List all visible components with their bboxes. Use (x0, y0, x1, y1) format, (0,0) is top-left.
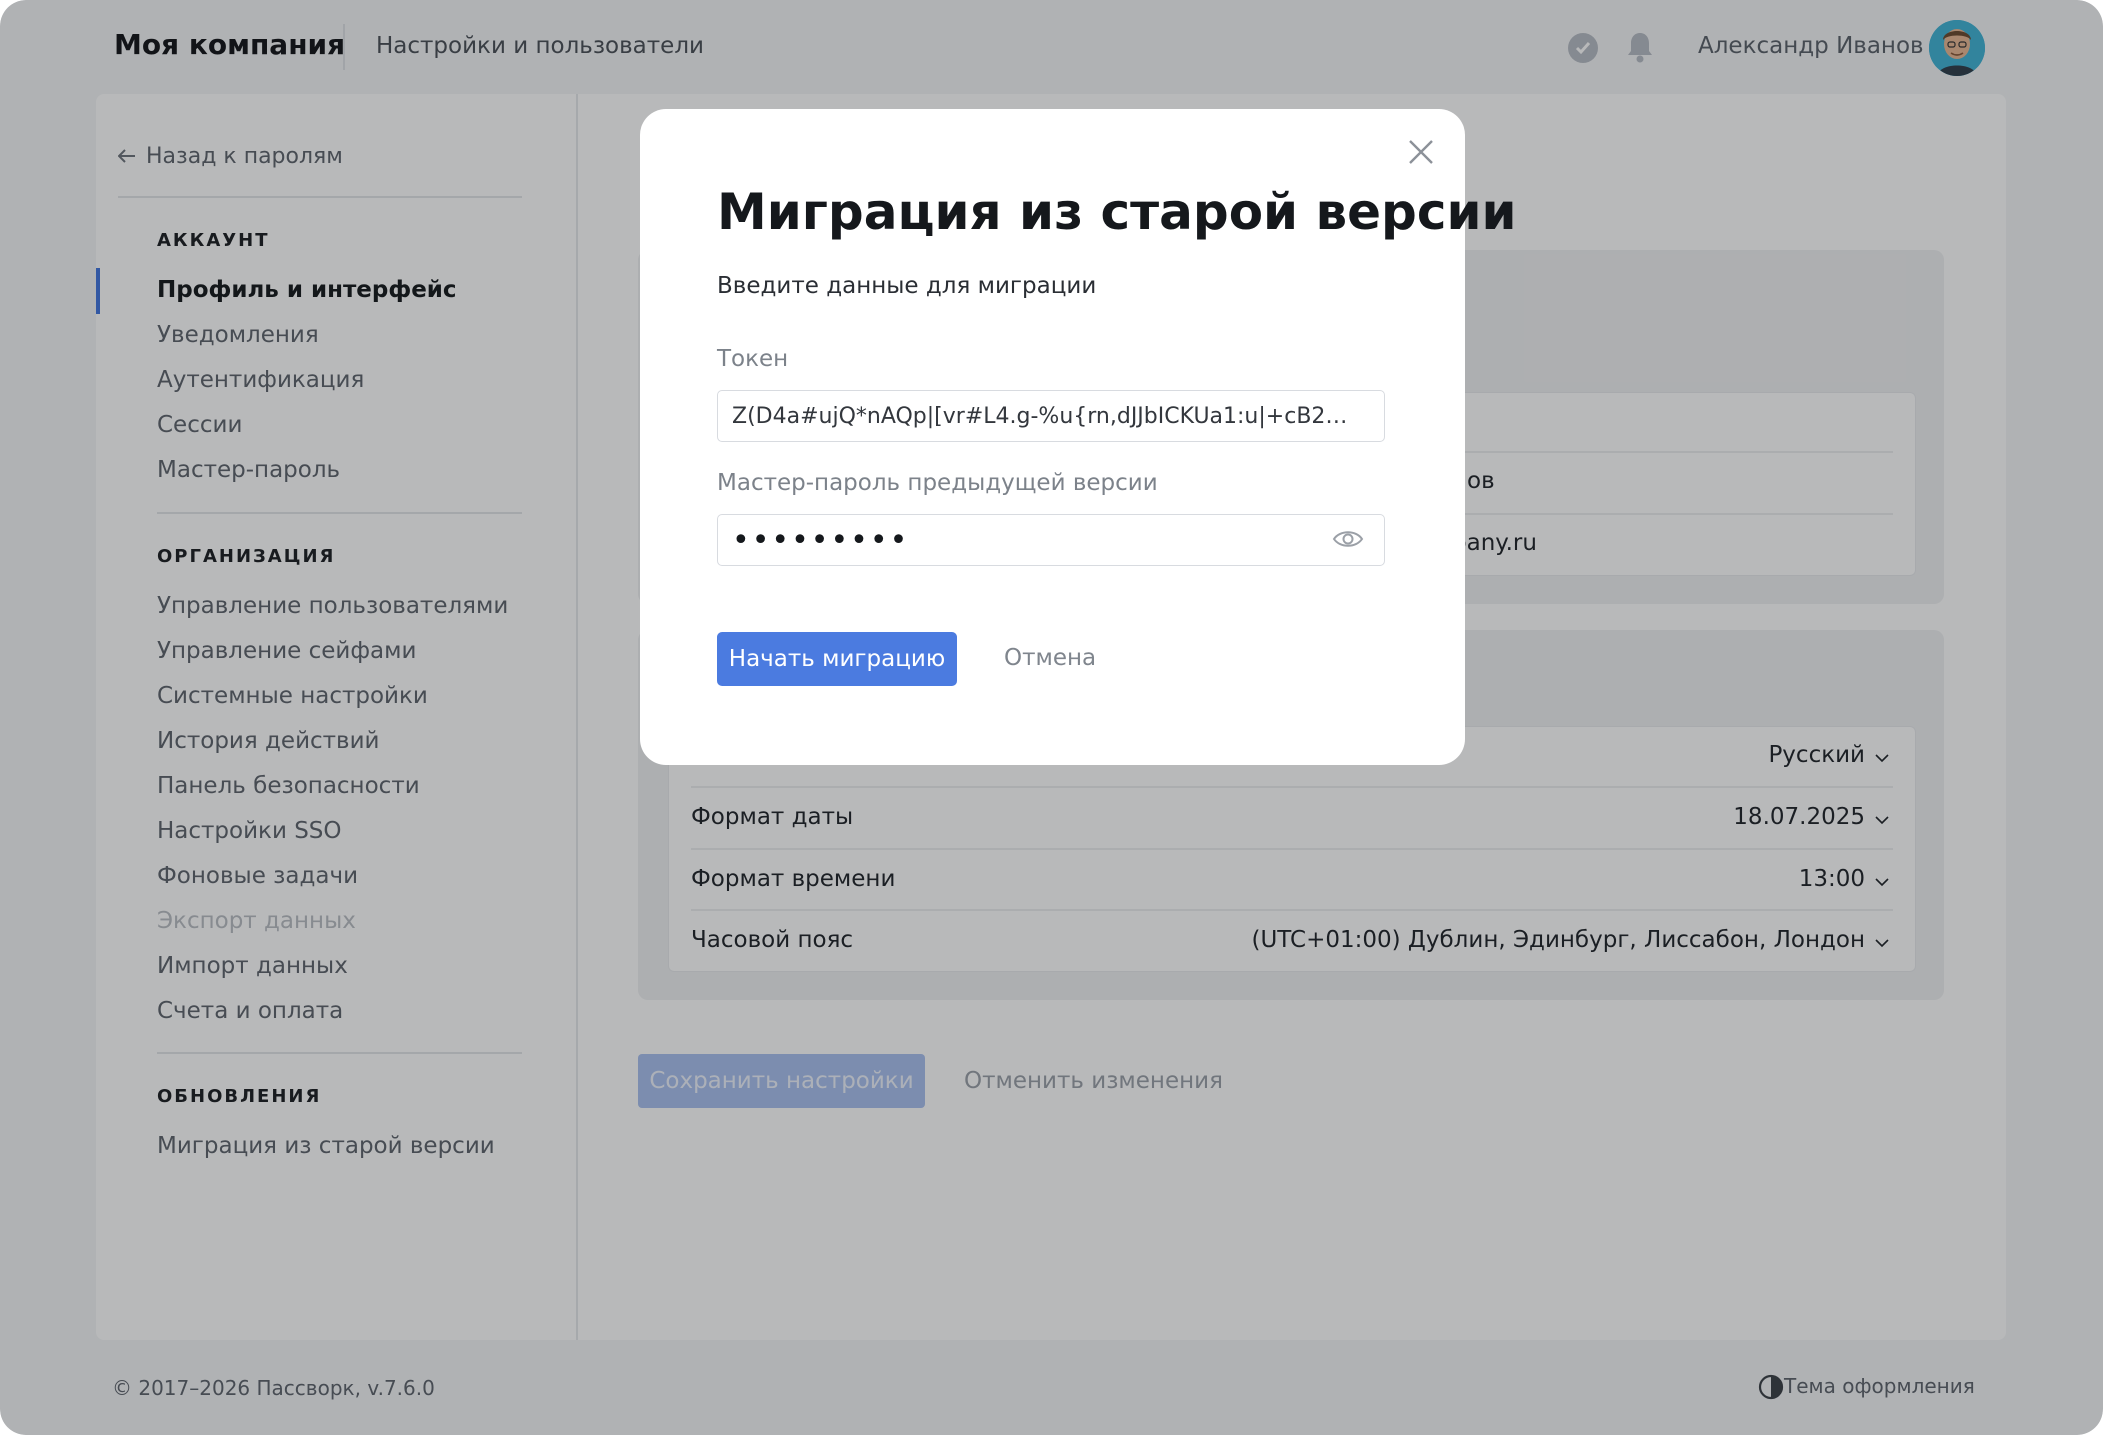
start-migration-button[interactable]: Начать миграцию (717, 632, 957, 686)
password-input[interactable]: ••••••••• (717, 514, 1385, 566)
token-value: Z(D4a#ujQ*nAQp|[vr#L4.g-%u{rn,dJJbICKUa1… (732, 404, 1352, 429)
dialog-subtitle: Введите данные для миграции (717, 273, 1097, 299)
migration-dialog: Миграция из старой версии Введите данные… (640, 109, 1517, 765)
cancel-button[interactable]: Отмена (1004, 645, 1096, 671)
password-mask: ••••••••• (732, 523, 910, 558)
dialog-title: Миграция из старой версии (717, 183, 1517, 241)
eye-icon[interactable] (1332, 527, 1364, 555)
token-input[interactable]: Z(D4a#ujQ*nAQp|[vr#L4.g-%u{rn,dJJbICKUa1… (717, 390, 1385, 442)
close-icon[interactable] (1406, 137, 1436, 171)
app-window: Моя компания Настройки и пользователи Ал… (0, 0, 2103, 1435)
password-label: Мастер-пароль предыдущей версии (717, 470, 1158, 496)
token-label: Токен (717, 346, 789, 372)
